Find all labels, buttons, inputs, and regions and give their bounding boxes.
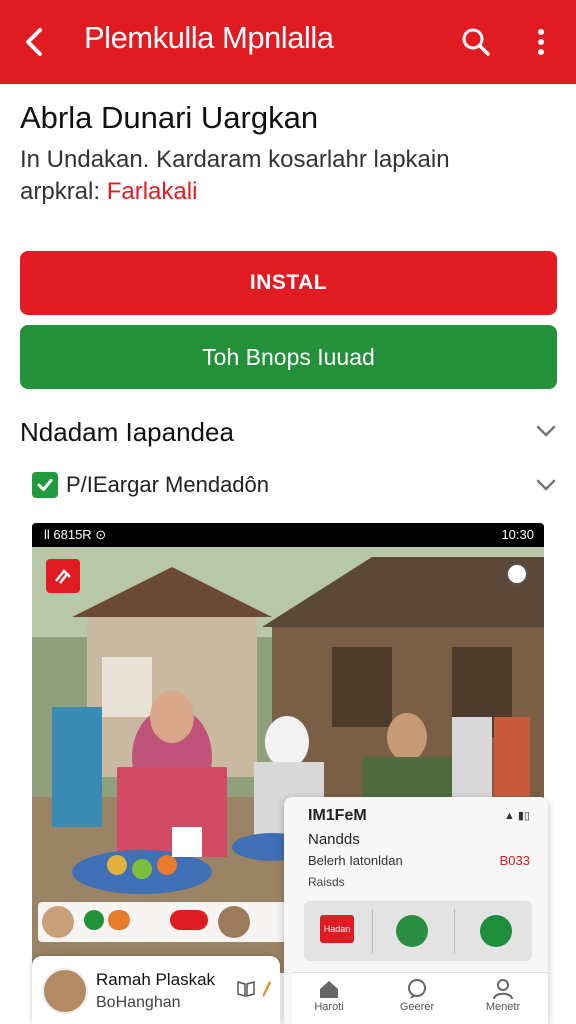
- chevron-down-icon: [536, 425, 556, 437]
- home-icon: [320, 981, 338, 998]
- divider: [372, 909, 373, 953]
- checkbox-checked[interactable]: [32, 472, 58, 498]
- search-button[interactable]: [456, 22, 496, 62]
- secondary-action-button[interactable]: Toh Bnops Iuuad: [20, 325, 557, 389]
- more-vert-icon: [538, 29, 544, 55]
- top-app-bar: Plemkulla Mpnlalla: [0, 0, 576, 84]
- description-highlight-link[interactable]: Farlakali: [107, 178, 198, 205]
- status-bar: ll 6815R ⊙ 10:30: [32, 523, 544, 547]
- status-bar-time: 10:30: [501, 527, 534, 542]
- description-line-2: arpkral: Farlakali: [20, 178, 197, 206]
- card-detail: Belerh Iatonldan: [308, 853, 403, 868]
- record-indicator-icon: [506, 563, 528, 585]
- screenshot-thumb-row: [38, 902, 288, 942]
- pen-icon[interactable]: [262, 980, 272, 998]
- card-app-shortcuts: Hadan: [304, 901, 532, 961]
- section-label: Ndadam Iapandea: [20, 416, 234, 447]
- book-icon[interactable]: [236, 980, 256, 998]
- profile-card[interactable]: Ramah Plaskak BoHanghan: [32, 956, 280, 1024]
- card-title: IM1FeM: [308, 807, 367, 824]
- check-icon: [37, 479, 53, 491]
- subsection-label: P/IEargar Mendadôn: [66, 472, 270, 497]
- nav-label: Menetr: [485, 1001, 521, 1013]
- app-shortcut-red[interactable]: Hadan: [320, 915, 354, 943]
- profile-name: Ramah Plaskak: [96, 970, 216, 989]
- star-icon[interactable]: [480, 915, 512, 947]
- description-line-1: In Undakan. Kardaram kosarlahr lapkain: [20, 146, 450, 173]
- back-arrow-icon: [26, 28, 42, 56]
- description-prefix: arpkral:: [20, 178, 101, 205]
- profile-subtitle: BoHanghan: [96, 994, 181, 1011]
- back-button[interactable]: [16, 22, 52, 62]
- nav-label: Haroti: [314, 1001, 344, 1013]
- avatar: [218, 906, 250, 938]
- subsection-header[interactable]: P/IEargar Mendadôn: [32, 466, 557, 504]
- chevron-down-icon: [536, 479, 556, 491]
- chat-icon: [408, 979, 426, 999]
- more-options-button[interactable]: [524, 22, 558, 62]
- avatar: [42, 968, 88, 1014]
- status-bar-left: ll 6815R ⊙: [44, 527, 107, 542]
- signal-battery-icon: ▲ ▮▯: [503, 810, 530, 822]
- status-chip: [108, 910, 130, 930]
- status-chip: [84, 910, 104, 930]
- nav-label: Geerer: [399, 1001, 435, 1013]
- nav-item-profile[interactable]: Menetr: [468, 979, 538, 1013]
- divider: [454, 909, 455, 953]
- app-bar-title: Plemkulla Mpnlalla: [84, 20, 334, 55]
- page-headline: Abrla Dunari Uargkan: [20, 100, 319, 135]
- person-icon: [493, 979, 513, 999]
- card-meta: Raisds: [308, 875, 345, 889]
- nav-item-chat[interactable]: Geerer: [382, 979, 452, 1013]
- clock-icon[interactable]: [396, 915, 428, 947]
- avatar: [42, 906, 74, 938]
- status-chip: [170, 910, 208, 930]
- card-name: Nandds: [308, 831, 360, 848]
- card-price: B033: [499, 853, 530, 868]
- section-header[interactable]: Ndadam Iapandea: [20, 412, 557, 452]
- app-logo-badge: [46, 559, 80, 593]
- bottom-navigation: Haroti Geerer Menetr: [292, 972, 548, 1024]
- install-button[interactable]: INSTAL: [20, 251, 557, 315]
- search-icon: [462, 28, 490, 56]
- nav-item-home[interactable]: Haroti: [294, 979, 364, 1013]
- brand-logo-icon: [55, 569, 71, 584]
